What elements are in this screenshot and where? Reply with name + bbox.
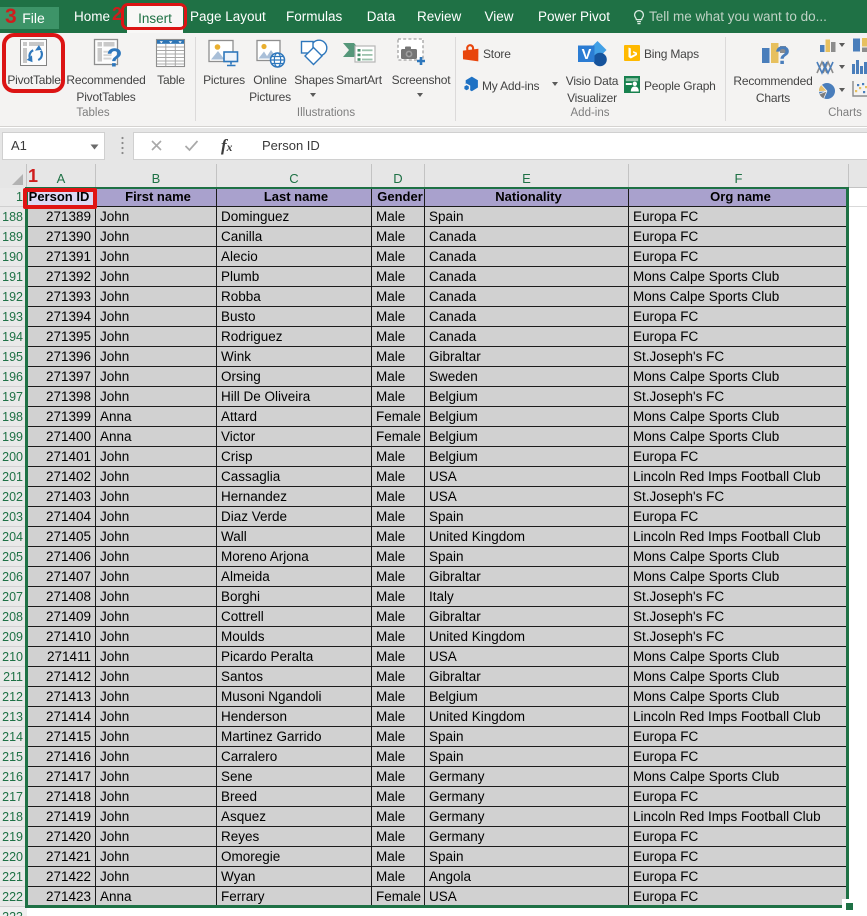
svg-text:?: ? <box>106 42 122 72</box>
svg-text:?: ? <box>775 42 790 70</box>
svg-text:V: V <box>582 47 592 63</box>
